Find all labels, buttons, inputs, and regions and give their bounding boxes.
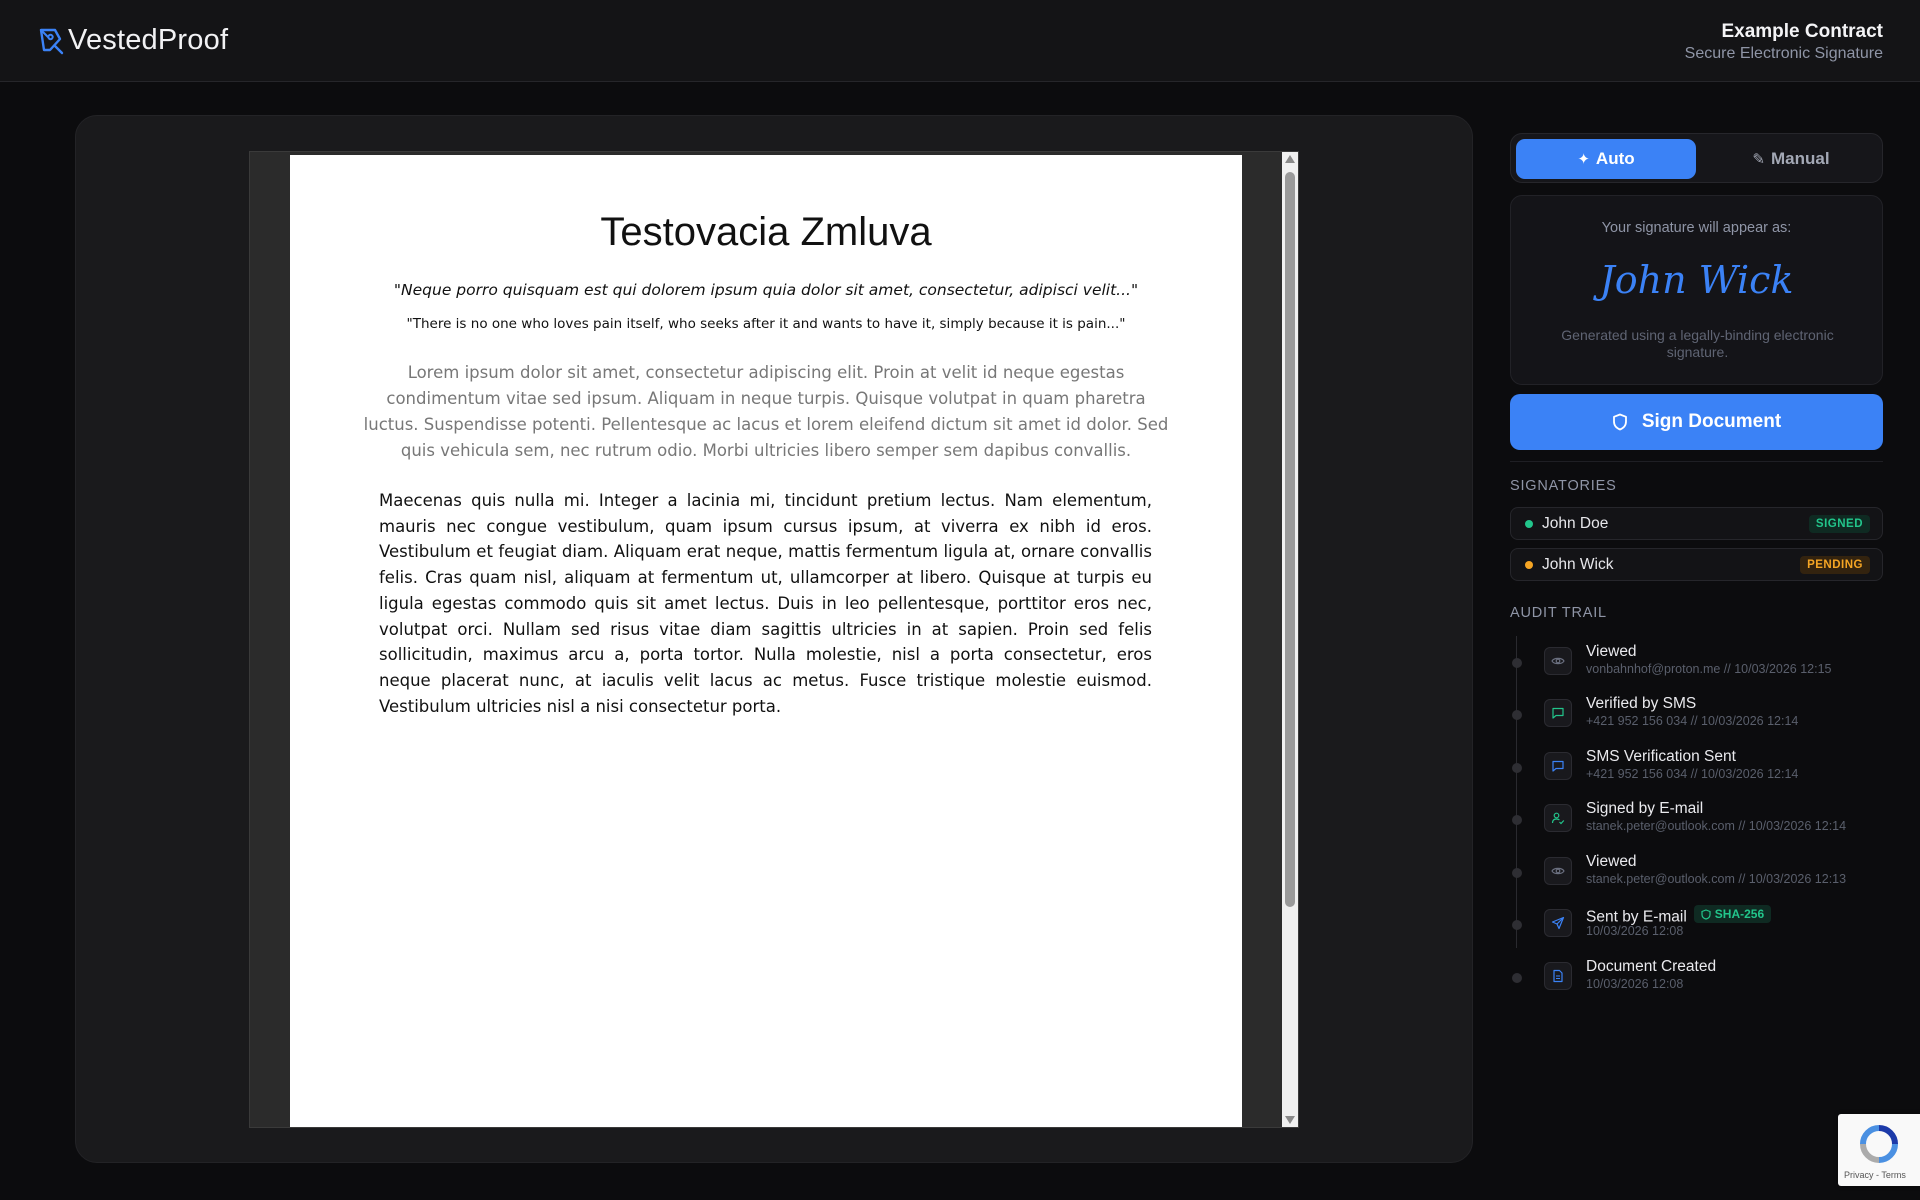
- eye-icon: [1544, 857, 1572, 885]
- app-logo[interactable]: VestedProof: [38, 24, 228, 57]
- contract-title: Testovacia Zmluva: [600, 210, 932, 254]
- sha-badge-label: SHA-256: [1714, 907, 1765, 921]
- recaptcha-links[interactable]: Privacy - Terms: [1844, 1170, 1906, 1180]
- audit-trail-heading: AUDIT TRAIL: [1510, 605, 1607, 621]
- sign-document-label: Sign Document: [1641, 411, 1782, 432]
- scroll-thumb[interactable]: [1285, 172, 1295, 907]
- status-badge: SIGNED: [1808, 515, 1870, 533]
- recaptcha-badge[interactable]: Privacy - Terms: [1838, 1114, 1920, 1186]
- audit-title-text: Sent by E-mail: [1586, 908, 1687, 926]
- document-page: Testovacia Zmluva "Neque porro quisquam …: [290, 155, 1242, 1127]
- send-icon: [1544, 909, 1572, 937]
- message-icon: [1544, 752, 1572, 780]
- signature-preview-card: Your signature will appear as: John Wick…: [1510, 195, 1883, 385]
- latin-quote: "Neque porro quisquam est qui dolorem ip…: [393, 281, 1139, 299]
- pdf-frame[interactable]: Testovacia Zmluva "Neque porro quisquam …: [249, 151, 1299, 1128]
- pencil-icon: ✎: [1752, 151, 1765, 168]
- audit-item: Signed by E-mail stanek.peter@outlook.co…: [1510, 800, 1883, 846]
- audit-subtitle: +421 952 156 034 // 10/03/2026 12:14: [1586, 714, 1799, 728]
- audit-title: Signed by E-mail: [1586, 800, 1704, 817]
- status-dot: [1525, 519, 1533, 528]
- audit-subtitle: stanek.peter@outlook.com // 10/03/2026 1…: [1586, 872, 1847, 886]
- signatory-row: John Doe SIGNED: [1510, 507, 1883, 540]
- timeline-dot: [1512, 658, 1522, 668]
- audit-item: SMS Verification Sent +421 952 156 034 /…: [1510, 748, 1883, 794]
- signature-preview-label: Your signature will appear as:: [1601, 220, 1792, 236]
- mode-manual-button[interactable]: ✎ Manual: [1704, 139, 1878, 179]
- audit-item: Viewed vonbahnhof@proton.me // 10/03/202…: [1510, 643, 1883, 689]
- shield-icon: [1701, 908, 1711, 920]
- status-dot: [1525, 560, 1533, 569]
- timeline-dot: [1512, 868, 1522, 878]
- signatories-heading: SIGNATORIES: [1510, 478, 1617, 494]
- audit-subtitle: +421 952 156 034 // 10/03/2026 12:14: [1586, 767, 1799, 781]
- audit-item: Sent by E-mail SHA-256 10/03/2026 12:08: [1510, 905, 1883, 951]
- timeline-dot: [1512, 815, 1522, 825]
- signature-legal-note: Generated using a legally-binding electr…: [1561, 327, 1834, 360]
- audit-subtitle: stanek.peter@outlook.com // 10/03/2026 1…: [1586, 819, 1847, 833]
- scroll-down-arrow-icon[interactable]: [1285, 1116, 1295, 1124]
- user-check-icon: [1544, 804, 1572, 832]
- section-divider: [1510, 461, 1883, 462]
- timeline-dot: [1512, 710, 1522, 720]
- signatory-name: John Doe: [1542, 514, 1609, 532]
- sparkle-icon: ✦: [1577, 151, 1590, 168]
- sign-document-button[interactable]: Sign Document: [1510, 394, 1883, 450]
- document-subtitle: Secure Electronic Signature: [1684, 45, 1883, 62]
- audit-item: Document Created 10/03/2026 12:08: [1510, 958, 1883, 1004]
- body-paragraph: Maecenas quis nulla mi. Integer a lacini…: [379, 491, 1152, 716]
- audit-title: Viewed: [1586, 853, 1637, 870]
- status-badge: PENDING: [1800, 556, 1870, 574]
- document-viewer: Testovacia Zmluva "Neque porro quisquam …: [75, 115, 1473, 1163]
- audit-title: Verified by SMS: [1586, 695, 1697, 712]
- shield-icon: [1612, 413, 1627, 431]
- audit-title: Viewed: [1586, 643, 1637, 660]
- signature-preview-name: John Wick: [1599, 258, 1794, 302]
- recaptcha-icon: [1860, 1125, 1898, 1163]
- eye-icon: [1544, 647, 1572, 675]
- top-header: VestedProof Example Contract Secure Elec…: [0, 0, 1920, 82]
- document-scrollbar[interactable]: [1282, 152, 1298, 1127]
- mode-auto-button[interactable]: ✦ Auto: [1516, 139, 1696, 179]
- scroll-up-arrow-icon[interactable]: [1285, 155, 1295, 163]
- mode-auto-label: Auto: [1595, 149, 1635, 168]
- audit-title: Document Created: [1586, 958, 1717, 975]
- file-icon: [1544, 962, 1572, 990]
- audit-item: Viewed stanek.peter@outlook.com // 10/03…: [1510, 853, 1883, 899]
- signatory-row: John Wick PENDING: [1510, 548, 1883, 581]
- signatory-name: John Wick: [1542, 555, 1614, 573]
- audit-subtitle: 10/03/2026 12:08: [1586, 977, 1684, 991]
- signature-mode-toggle: ✦ Auto ✎ Manual: [1510, 133, 1883, 183]
- timeline-dot: [1512, 763, 1522, 773]
- sha-badge: SHA-256: [1693, 905, 1772, 923]
- timeline-dot: [1512, 973, 1522, 983]
- timeline-dot: [1512, 920, 1522, 930]
- audit-subtitle: 10/03/2026 12:08: [1586, 924, 1684, 938]
- lorem-paragraph: Lorem ipsum dolor sit amet, consectetur …: [363, 363, 1169, 460]
- mode-manual-label: Manual: [1771, 149, 1830, 168]
- english-quote: "There is no one who loves pain itself, …: [406, 316, 1126, 332]
- audit-subtitle: vonbahnhof@proton.me // 10/03/2026 12:15: [1586, 662, 1832, 676]
- pen-nib-logo-icon: [39, 28, 64, 54]
- audit-title: SMS Verification Sent: [1586, 748, 1736, 765]
- audit-item: Verified by SMS +421 952 156 034 // 10/0…: [1510, 695, 1883, 741]
- app-name: VestedProof: [68, 24, 229, 56]
- document-meta: Example Contract Secure Electronic Signa…: [1685, 21, 1883, 63]
- message-icon: [1544, 699, 1572, 727]
- document-title: Example Contract: [1721, 21, 1883, 42]
